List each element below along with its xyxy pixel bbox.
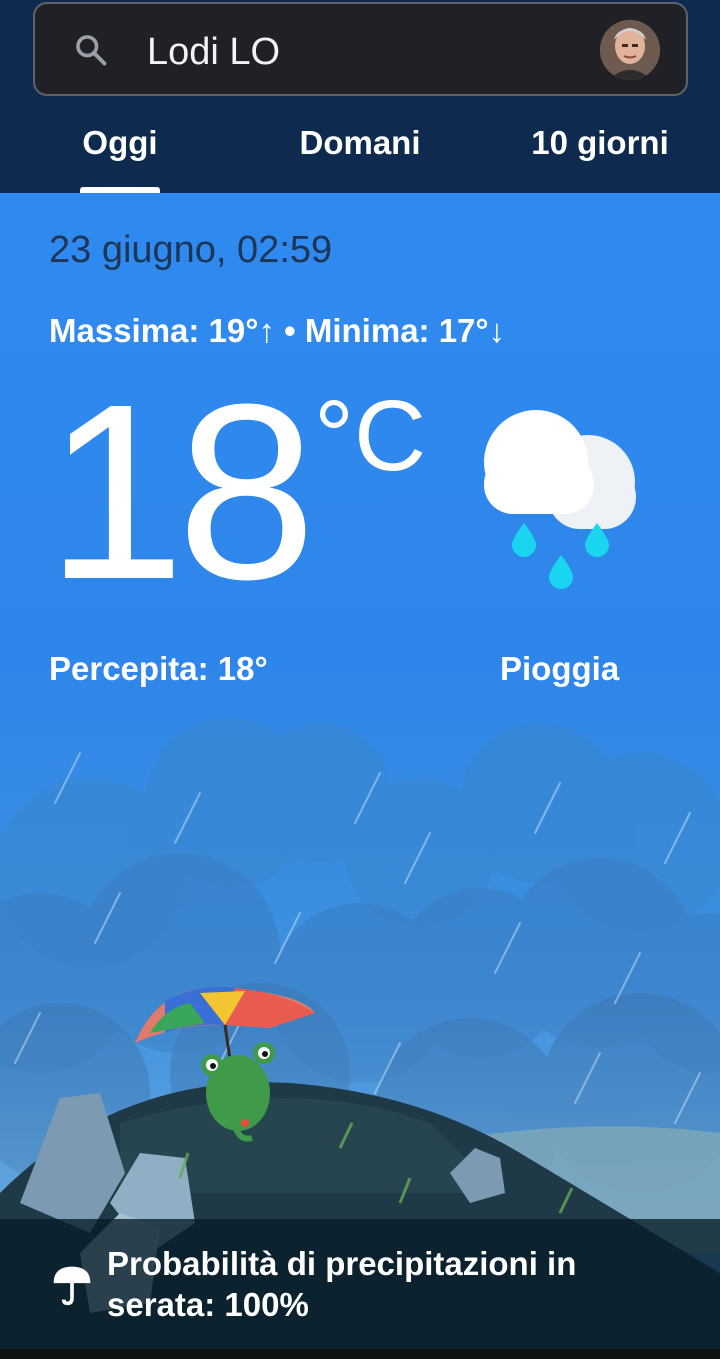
weather-condition: Pioggia: [500, 650, 620, 687]
avatar[interactable]: [600, 20, 660, 80]
user-avatar-icon: [600, 20, 660, 80]
temperature-unit: °C: [314, 380, 427, 492]
feels-like: Percepita: 18°: [49, 650, 268, 687]
tab-label: 10 giorni: [531, 124, 669, 161]
top-bar: Lodi LO Oggi Domani 10 giorni: [0, 0, 720, 193]
search-icon[interactable]: [73, 32, 109, 68]
tab-label: Oggi: [82, 124, 158, 161]
current-temperature: 18: [46, 352, 316, 631]
cloud-rain-icon: [484, 410, 636, 589]
date-time: 23 giugno, 02:59: [49, 229, 333, 271]
tab-10-giorni[interactable]: 10 giorni: [520, 124, 680, 193]
weather-panel: 23 giugno, 02:59 Massima: 19°↑ • Minima:…: [0, 193, 720, 1359]
high-low-temperature: Massima: 19°↑ • Minima: 17°↓: [49, 312, 506, 349]
tab-label: Domani: [299, 124, 421, 161]
precipitation-text: Probabilità di precipitazioni in serata:…: [107, 1245, 577, 1323]
tab-domani[interactable]: Domani: [290, 124, 430, 193]
precipitation-banner[interactable]: Probabilità di precipitazioni in serata:…: [0, 1219, 720, 1349]
search-box[interactable]: Lodi LO: [33, 2, 688, 96]
umbrella-icon: [53, 1266, 91, 1306]
tab-oggi[interactable]: Oggi: [80, 124, 160, 193]
bottom-edge: [0, 1349, 720, 1359]
tab-bar: Oggi Domani 10 giorni: [0, 110, 720, 193]
search-query[interactable]: Lodi LO: [147, 30, 280, 74]
